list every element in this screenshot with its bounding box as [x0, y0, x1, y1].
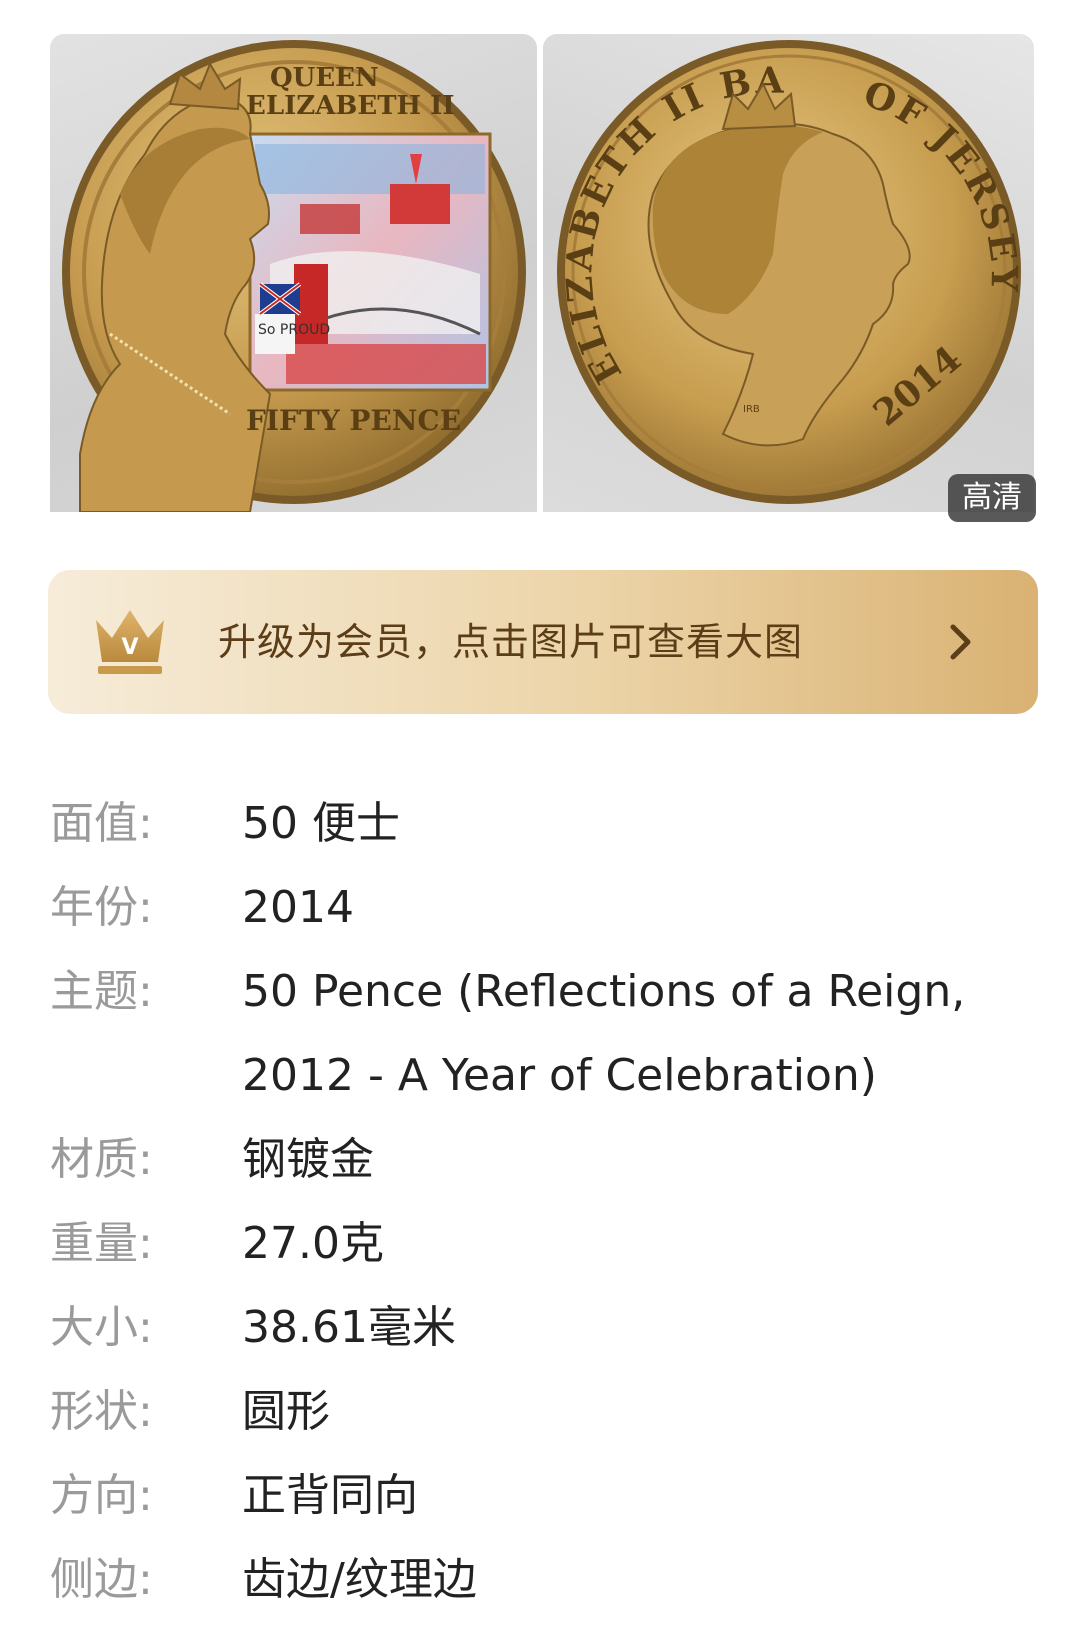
chevron-right-icon	[950, 624, 971, 660]
spec-value: 27.0克	[242, 1218, 384, 1269]
spec-label: 方向:	[50, 1470, 153, 1521]
spec-value: 50 便士	[242, 798, 400, 849]
coin-photos: QUEEN ELIZABETH II FIFTY PENCE So PROUD …	[50, 34, 1036, 522]
spec-value: 圆形	[242, 1386, 330, 1437]
crown-icon: V	[96, 610, 164, 674]
spec-value-line2: 2012 - A Year of Celebration)	[242, 1050, 877, 1101]
spec-row-year: 年份: 2014	[50, 866, 1010, 950]
legend-fifty-pence: FIFTY PENCE	[246, 404, 461, 437]
spec-label: 年份:	[50, 882, 153, 933]
vip-banner-text: 升级为会员，点击图片可查看大图	[218, 620, 804, 664]
spec-value: 2014	[242, 882, 354, 933]
coin-reverse-image[interactable]: ELIZABETH II BAILIWICK OF JERSEY 2014 IR…	[543, 34, 1034, 512]
spec-value: 50 Pence (Reflections of a Reign, 2012 -…	[242, 950, 1010, 1118]
spec-row-orientation: 方向: 正背同向	[50, 1454, 1010, 1538]
spec-label: 大小:	[50, 1302, 153, 1353]
spec-label: 材质:	[50, 1134, 153, 1185]
spec-value-line1: 50 Pence (Reflections of a Reign,	[242, 966, 966, 1017]
legend-elizabeth: ELIZABETH II	[246, 91, 455, 121]
spec-row-shape: 形状: 圆形	[50, 1370, 1010, 1454]
spec-row-material: 材质: 钢镀金	[50, 1118, 1010, 1202]
spec-value: 钢镀金	[242, 1134, 374, 1185]
spec-label: 主题:	[50, 966, 153, 1017]
sign-text: So PROUD	[258, 322, 330, 338]
spec-row-edge: 侧边: 齿边/纹理边	[50, 1538, 1010, 1622]
engraver-initials: IRB	[743, 404, 760, 415]
crown-letter: V	[121, 635, 138, 660]
coin-reverse: ELIZABETH II BAILIWICK OF JERSEY 2014 IR…	[543, 34, 1022, 504]
spec-label: 形状:	[50, 1386, 153, 1437]
spec-label: 重量:	[50, 1218, 153, 1269]
spec-row-size: 大小: 38.61毫米	[50, 1286, 1010, 1370]
spec-label: 侧边:	[50, 1554, 153, 1605]
legend-queen: QUEEN	[270, 63, 379, 93]
spec-row-theme: 主题: 50 Pence (Reflections of a Reign, 20…	[50, 950, 1010, 1118]
spec-value: 正背同向	[242, 1470, 418, 1521]
vip-upgrade-banner[interactable]: V 升级为会员，点击图片可查看大图	[48, 570, 1038, 714]
spec-row-weight: 重量: 27.0克	[50, 1202, 1010, 1286]
spec-label: 面值:	[50, 798, 153, 849]
coin-obverse: QUEEN ELIZABETH II FIFTY PENCE So PROUD	[62, 40, 526, 512]
spec-row-denomination: 面值: 50 便士	[50, 782, 1010, 866]
coin-spec-list: 面值: 50 便士 年份: 2014 主题: 50 Pence (Reflect…	[50, 782, 1010, 1622]
spec-value: 齿边/纹理边	[242, 1554, 477, 1605]
spec-value: 38.61毫米	[242, 1302, 456, 1353]
coin-obverse-image[interactable]: QUEEN ELIZABETH II FIFTY PENCE So PROUD	[50, 34, 537, 512]
hd-badge[interactable]: 高清	[948, 474, 1036, 522]
